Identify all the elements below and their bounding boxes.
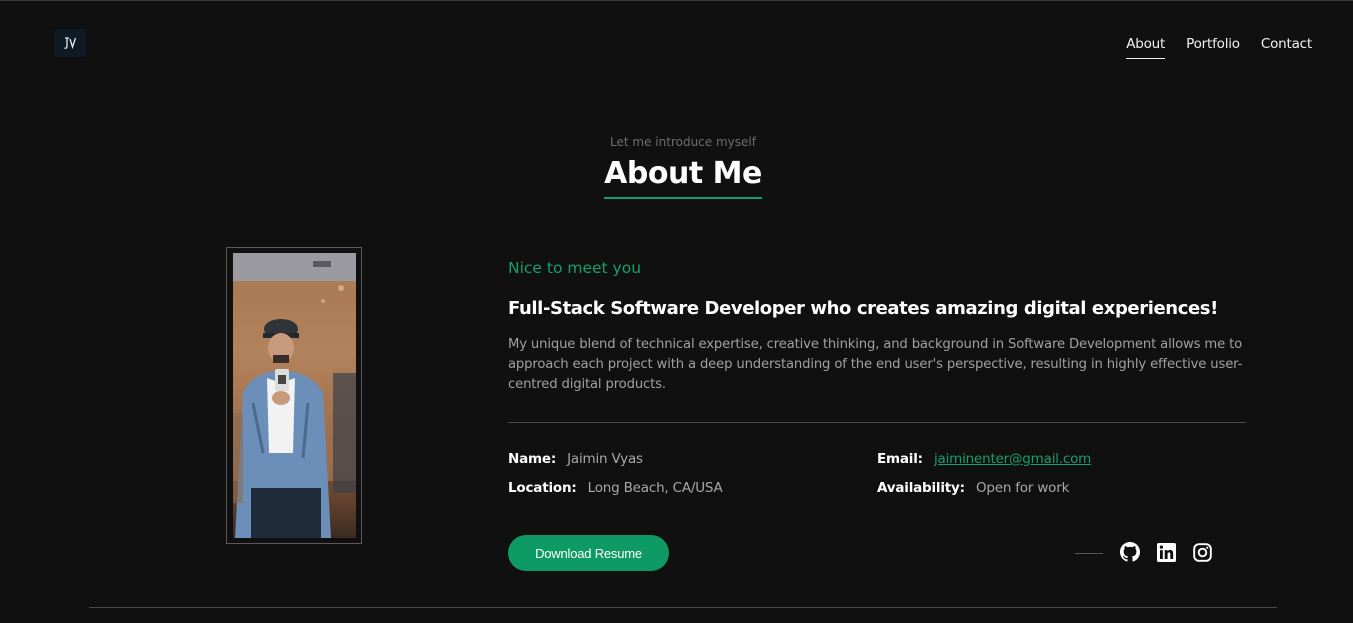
email-link[interactable]: jaiminenter@gmail.com [934,451,1091,467]
divider [508,422,1246,423]
instagram-icon[interactable] [1192,542,1212,562]
download-resume-button[interactable]: Download Resume [508,535,669,571]
section-title: About Me [604,156,762,199]
location-row: Location: Long Beach, CA/USA [508,480,723,496]
availability-value: Open for work [975,480,1070,496]
nav-contact-link[interactable]: Contact [1261,36,1312,59]
jv-monogram-icon [64,37,77,50]
site-logo[interactable] [54,29,86,57]
profile-photo [233,253,356,538]
email-row: Email: jaiminenter@gmail.com [877,451,1091,467]
name-value: Jaimin Vyas [567,451,643,467]
name-label: Name: [508,451,557,467]
nav-portfolio-link[interactable]: Portfolio [1186,36,1240,59]
availability-row: Availability: Open for work [877,480,1069,496]
availability-label: Availability: [877,480,965,496]
section-eyebrow: Let me introduce myself [610,135,756,149]
location-label: Location: [508,480,577,496]
profile-photo-frame [226,247,362,544]
linkedin-icon[interactable] [1156,542,1176,562]
greeting-text: Nice to meet you [508,259,642,277]
main-nav: About Portfolio Contact [1126,36,1312,59]
about-description: My unique blend of technical expertise, … [508,337,1243,392]
name-row: Name: Jaimin Vyas [508,451,643,467]
email-label: Email: [877,451,923,467]
headline: Full-Stack Software Developer who create… [508,298,1218,319]
section-bottom-divider [89,607,1277,608]
social-divider [1075,553,1103,554]
location-value: Long Beach, CA/USA [587,480,723,496]
github-icon[interactable] [1120,542,1140,562]
nav-about-link[interactable]: About [1126,36,1165,59]
